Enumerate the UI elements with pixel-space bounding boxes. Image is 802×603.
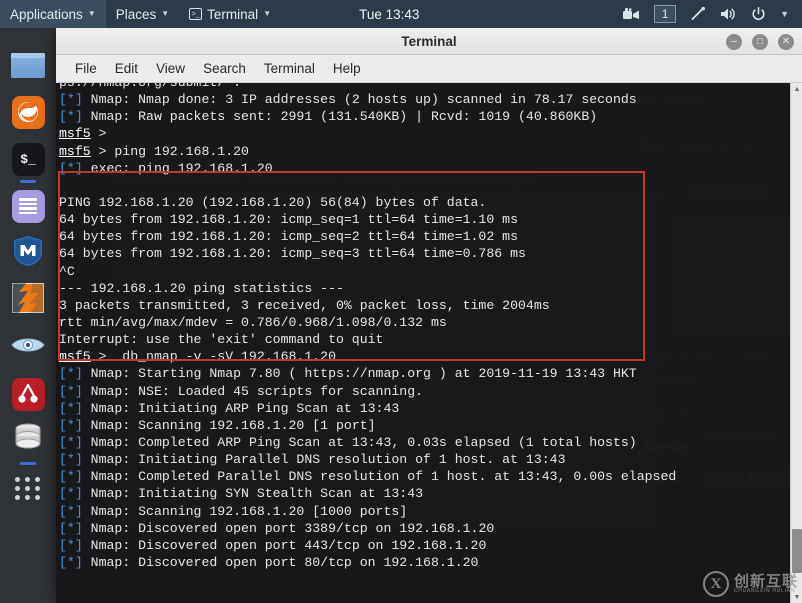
app-grid-icon xyxy=(15,476,41,500)
terminal-line: [*] Nmap: Discovered open port 80/tcp on… xyxy=(59,554,479,570)
dock-item-terminal[interactable]: $_ xyxy=(10,142,47,183)
terminal-line: msf5 > ping 192.168.1.20 xyxy=(59,143,249,159)
terminal-line: [*] Nmap: Raw packets sent: 2991 (131.54… xyxy=(59,109,598,125)
menu-terminal-label: Terminal xyxy=(207,6,259,22)
watermark-text-en: CHUANGXIN HULIAN xyxy=(733,588,795,595)
terminal-line: [*] Nmap: Initiating SYN Stealth Scan at… xyxy=(59,486,424,502)
system-menu-chevron-icon[interactable]: ▼ xyxy=(773,0,796,28)
text-editor-icon xyxy=(11,189,45,223)
terminal-line: [*] Nmap: Scanning 192.168.1.20 [1 port] xyxy=(59,417,376,433)
dock-item-firefox[interactable] xyxy=(10,95,47,129)
terminal-line: --- 192.168.1.20 ping statistics --- xyxy=(59,280,344,296)
power-icon[interactable] xyxy=(744,0,773,28)
menu-places-label: Places xyxy=(115,6,157,22)
terminal-output[interactable]: ps://nmap.org/submit/ .[*] Nmap: Nmap do… xyxy=(56,83,790,603)
dock: $_ xyxy=(0,28,56,603)
watermark-text-cn: 创新互联 xyxy=(733,572,798,590)
watermark-logo-icon: X xyxy=(702,571,729,597)
menu-terminal-app[interactable]: >_ Terminal ▼ xyxy=(179,0,281,28)
terminal-icon: >_ xyxy=(189,8,203,20)
terminal-line: 64 bytes from 192.168.1.20: icmp_seq=3 t… xyxy=(59,246,526,262)
terminal-window: Terminal – □ ✕ File Edit View Search Ter… xyxy=(56,28,802,603)
maximize-button[interactable]: □ xyxy=(752,33,768,50)
dock-item-text-editor[interactable] xyxy=(10,189,47,223)
window-title-bar[interactable]: Terminal – □ ✕ xyxy=(56,28,802,55)
firefox-icon xyxy=(11,95,45,129)
dock-item-aircrack[interactable] xyxy=(10,377,47,411)
terminal-line: [*] exec: ping 192.168.1.20 xyxy=(59,160,273,176)
terminal-line: [*] Nmap: Scanning 192.168.1.20 [1000 po… xyxy=(59,503,408,519)
workspace-number: 1 xyxy=(654,5,677,23)
terminal-scrollbar[interactable]: ▲ ▼ xyxy=(790,83,802,603)
terminal-line: msf5 > xyxy=(59,126,115,142)
menu-applications[interactable]: Applications ▼ xyxy=(0,0,106,28)
menu-places[interactable]: Places ▼ xyxy=(106,0,179,28)
terminal-line: 3 packets transmitted, 3 received, 0% pa… xyxy=(59,297,550,313)
wireshark-icon xyxy=(11,335,45,360)
dock-item-metasploit[interactable] xyxy=(10,235,47,272)
menu-view[interactable]: View xyxy=(147,58,194,79)
menu-help[interactable]: Help xyxy=(324,58,370,79)
terminal-line: [*] Nmap: Initiating ARP Ping Scan at 13… xyxy=(59,400,400,416)
menu-edit[interactable]: Edit xyxy=(106,58,147,79)
dock-item-database[interactable] xyxy=(10,423,47,465)
dock-item-show-apps[interactable] xyxy=(10,471,47,505)
terminal-line: PING 192.168.1.20 (192.168.1.20) 56(84) … xyxy=(59,194,487,210)
scrollbar-thumb[interactable] xyxy=(792,529,802,573)
terminal-body[interactable]: ps://nmap.org/submit/ .[*] Nmap: Nmap do… xyxy=(56,83,802,603)
terminal-icon: $_ xyxy=(11,142,45,176)
menu-file[interactable]: File xyxy=(66,58,106,79)
top-panel: Applications ▼ Places ▼ >_ Terminal ▼ Tu… xyxy=(0,0,802,28)
terminal-line: 64 bytes from 192.168.1.20: icmp_seq=2 t… xyxy=(59,229,518,245)
window-title: Terminal xyxy=(401,33,457,49)
workspace-switcher[interactable]: 1 xyxy=(647,0,683,28)
chevron-down-icon: ▼ xyxy=(263,9,272,18)
terminal-line: 64 bytes from 192.168.1.20: icmp_seq=1 t… xyxy=(59,212,518,228)
chevron-down-icon: ▼ xyxy=(161,9,170,18)
network-icon[interactable] xyxy=(683,0,713,28)
terminal-line: [*] Nmap: Discovered open port 443/tcp o… xyxy=(59,537,487,553)
terminal-line: [*] Nmap: Starting Nmap 7.80 ( https://n… xyxy=(59,366,637,382)
dock-item-files[interactable] xyxy=(10,48,47,82)
screen: Open Project Edit Database Cell Mode: Te… xyxy=(0,0,802,603)
dock-item-burpsuite[interactable] xyxy=(10,282,47,318)
running-indicator xyxy=(20,462,36,465)
scroll-up-arrow-icon[interactable]: ▲ xyxy=(791,83,802,95)
terminal-line: Interrupt: use the 'exit' command to qui… xyxy=(59,332,384,348)
menu-bar: File Edit View Search Terminal Help xyxy=(56,55,802,83)
terminal-line: [*] Nmap: Initiating Parallel DNS resolu… xyxy=(59,452,566,468)
aircrack-icon xyxy=(11,377,45,411)
folder-icon xyxy=(11,52,45,78)
volume-icon[interactable] xyxy=(713,0,744,28)
metasploit-icon xyxy=(13,235,43,272)
terminal-line: [*] Nmap: Completed Parallel DNS resolut… xyxy=(59,469,677,485)
terminal-line: ^C xyxy=(59,263,75,279)
menu-search[interactable]: Search xyxy=(194,58,255,79)
system-tray: 1 ▼ xyxy=(616,0,802,28)
menu-terminal[interactable]: Terminal xyxy=(255,58,324,79)
terminal-line: msf5 > db_nmap -v -sV 192.168.1.20 xyxy=(59,349,336,365)
screen-recorder-icon[interactable] xyxy=(616,0,647,28)
terminal-line: [*] Nmap: NSE: Loaded 45 scripts for sca… xyxy=(59,383,424,399)
watermark: X 创新互联 CHUANGXIN HULIAN xyxy=(702,571,798,597)
minimize-button[interactable]: – xyxy=(726,33,742,50)
running-indicator xyxy=(20,180,36,183)
terminal-line: ps://nmap.org/submit/ . xyxy=(59,83,790,91)
window-controls: – □ ✕ xyxy=(726,28,794,55)
terminal-line: [*] Nmap: Nmap done: 3 IP addresses (2 h… xyxy=(59,92,637,108)
terminal-line: [*] Nmap: Completed ARP Ping Scan at 13:… xyxy=(59,434,637,450)
dock-item-wireshark[interactable] xyxy=(10,330,47,364)
chevron-down-icon: ▼ xyxy=(87,9,96,18)
terminal-line: rtt min/avg/max/mdev = 0.786/0.968/1.098… xyxy=(59,314,447,330)
menu-applications-label: Applications xyxy=(10,6,83,22)
terminal-line: [*] Nmap: Discovered open port 3389/tcp … xyxy=(59,520,495,536)
clock[interactable]: Tue 13:43 xyxy=(349,0,429,28)
close-button[interactable]: ✕ xyxy=(778,33,794,50)
database-icon xyxy=(13,423,43,459)
burpsuite-icon xyxy=(12,282,44,318)
